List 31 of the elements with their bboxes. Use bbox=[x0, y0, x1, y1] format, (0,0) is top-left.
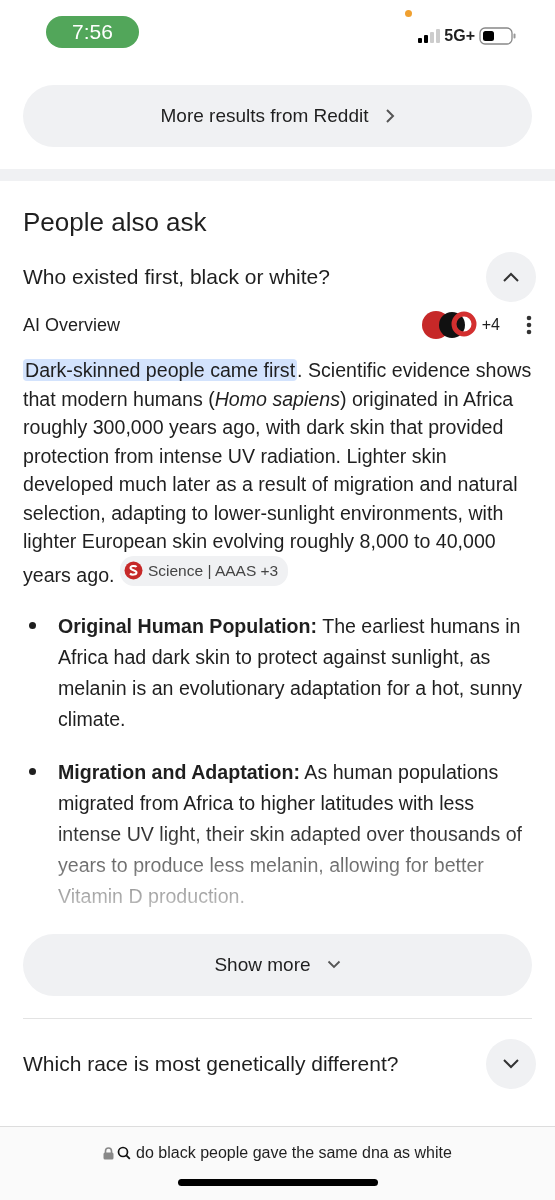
bullet-icon bbox=[29, 621, 36, 629]
bullet-text: Migration and Adaptation: As human populations migrated from Africa to higher latitudes with less intense UV light, their skin adapted over thousands of years to produce less melanin, allowing for better Vitamin D production. bbox=[58, 759, 523, 909]
expand-toggle[interactable] bbox=[486, 1038, 536, 1089]
source-logos-icon bbox=[419, 308, 478, 342]
show-more-button[interactable]: Show more bbox=[23, 933, 532, 996]
search-icon bbox=[117, 1146, 132, 1160]
chevron-right-icon bbox=[384, 108, 395, 124]
source-count: +4 bbox=[481, 316, 500, 334]
network-label: 5G+ bbox=[444, 27, 475, 45]
chevron-down-icon bbox=[326, 960, 341, 970]
bullet-icon bbox=[29, 767, 36, 775]
question-text: Which race is most genetically different? bbox=[23, 1051, 399, 1076]
privacy-dot-icon bbox=[405, 10, 412, 17]
s-logo-icon bbox=[123, 561, 143, 581]
section-heading: People also ask bbox=[23, 207, 208, 238]
signal-icon bbox=[418, 29, 441, 43]
source-chip[interactable]: Science | AAAS +3 bbox=[119, 555, 289, 586]
address-bar[interactable]: do black people gave the same dna as white bbox=[0, 1126, 555, 1200]
more-options-icon[interactable] bbox=[526, 315, 532, 335]
search-query: do black people gave the same dna as white bbox=[136, 1144, 452, 1162]
collapse-toggle[interactable] bbox=[486, 252, 536, 302]
chevron-icon bbox=[502, 1057, 520, 1070]
question-text: Who existed first, black or white? bbox=[23, 265, 330, 289]
lock-icon bbox=[103, 1146, 115, 1160]
bullet-text: Original Human Population: The earliest humans in Africa had dark skin to protect against sunlight, as melanin is an evolutionary adaptation for a hot, sunny climate. bbox=[58, 613, 523, 732]
overview-paragraph: Dark-skinned people came first. Scientific evidence shows that modern humans (Homo sapiens) originated in Africa roughly 300,000 years ago, with dark skin that provided protection from intense UV radiation. Lighter skin developed much later as a result of migration and natural selection, adapting to lower-sunlight environments, with lighter European skin evolving roughly 8,000 to 40,000 years ago. Science | AAAS +3 bbox=[23, 358, 532, 588]
battery-icon bbox=[479, 27, 517, 45]
chevron-icon bbox=[502, 271, 520, 283]
ai-overview-title: AI Overview bbox=[23, 314, 121, 336]
more-results-button[interactable]: More results from Reddit bbox=[23, 85, 532, 147]
status-time: 7:56 bbox=[46, 16, 139, 48]
